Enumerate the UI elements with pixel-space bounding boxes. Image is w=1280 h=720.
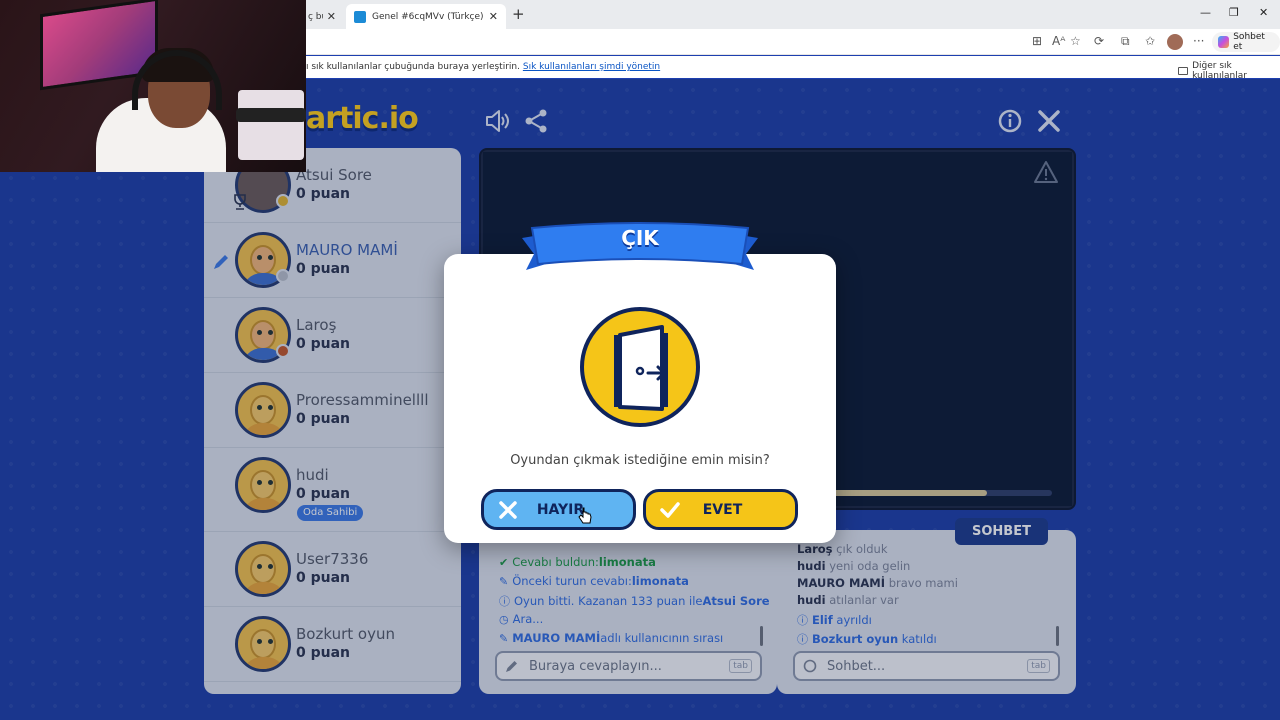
webcam-overlay bbox=[0, 0, 306, 172]
other-favorites-label: Diğer sık kullanılanlar bbox=[1192, 61, 1247, 81]
gartic-favicon-icon bbox=[354, 10, 366, 23]
folder-icon bbox=[1178, 67, 1189, 75]
close-icon bbox=[499, 500, 517, 519]
cancel-button[interactable]: HAYIR bbox=[481, 489, 636, 530]
minimize-icon[interactable]: — bbox=[1200, 6, 1211, 19]
dialog-question: Oyundan çıkmak istediğine emin misin? bbox=[510, 453, 770, 468]
restore-icon[interactable]: ❐ bbox=[1229, 6, 1239, 19]
tab-close-icon[interactable]: ✕ bbox=[489, 10, 498, 23]
dialog-title: ÇIK bbox=[621, 226, 659, 250]
copilot-label: Sohbet et bbox=[1233, 32, 1265, 52]
profile-avatar[interactable] bbox=[1167, 34, 1183, 50]
check-icon bbox=[660, 501, 680, 518]
favorite-star-icon[interactable]: ☆ bbox=[1070, 34, 1081, 48]
confirm-button-label: EVET bbox=[702, 501, 743, 518]
webcam-pc-case bbox=[238, 90, 304, 160]
copilot-chat-button[interactable]: Sohbet et bbox=[1212, 32, 1280, 52]
manage-favorites-link[interactable]: Sık kullanılanları şimdi yönetin bbox=[523, 62, 660, 72]
copilot-icon bbox=[1218, 36, 1230, 48]
tab-title: ç bulu bbox=[308, 11, 323, 22]
hand-cursor-icon bbox=[578, 507, 592, 524]
exit-door-icon bbox=[580, 307, 700, 427]
favorites-icon[interactable]: ✩ bbox=[1145, 34, 1155, 48]
more-options-icon[interactable]: ··· bbox=[1193, 34, 1204, 48]
cancel-button-label: HAYIR bbox=[536, 501, 585, 518]
window-close-icon[interactable]: ✕ bbox=[1259, 6, 1268, 19]
bookmarks-hint-text: ı sık kullanılanlar çubuğunda buraya yer… bbox=[306, 62, 520, 72]
extensions-icon[interactable]: ⟳ bbox=[1094, 34, 1104, 48]
bookmarks-hint: ı sık kullanılanlar çubuğunda buraya yer… bbox=[306, 62, 660, 72]
new-tab-button[interactable]: + bbox=[512, 5, 525, 23]
tab-close-icon[interactable]: ✕ bbox=[327, 10, 336, 23]
split-screen-icon[interactable]: ⧉ bbox=[1121, 34, 1130, 49]
browser-tab-active[interactable]: Genel #6cqMVv (Türkçe) - Gartic.io ✕ bbox=[346, 4, 506, 29]
confirm-button[interactable]: EVET bbox=[643, 489, 798, 530]
app-available-icon[interactable]: ⊞ bbox=[1032, 34, 1042, 48]
other-favorites-button[interactable]: Diğer sık kullanılanlar bbox=[1178, 61, 1280, 81]
tab-title: Genel #6cqMVv (Türkçe) - Gartic.io bbox=[372, 11, 485, 22]
microphone-arm bbox=[236, 108, 306, 122]
browser-tab-previous[interactable]: ç bulu ✕ bbox=[300, 4, 344, 29]
read-aloud-icon[interactable]: Aᴬ bbox=[1052, 34, 1065, 48]
